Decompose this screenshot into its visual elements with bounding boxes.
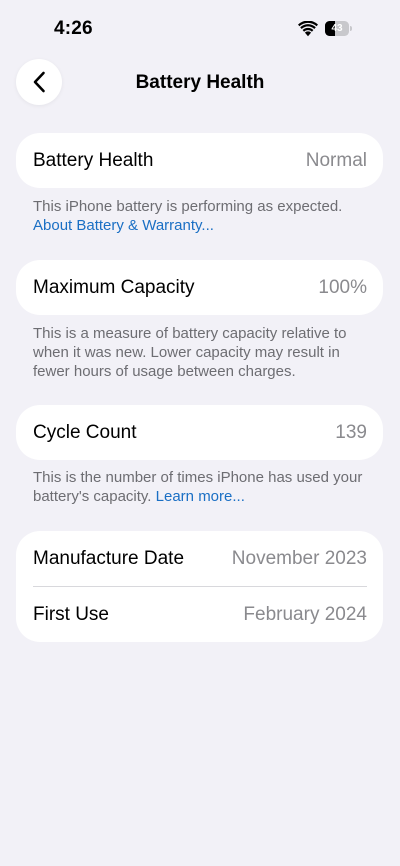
- battery-health-label: Battery Health: [33, 149, 154, 171]
- manufacture-date-label: Manufacture Date: [33, 547, 185, 569]
- first-use-row: First Use February 2024: [16, 587, 383, 642]
- page-title: Battery Health: [135, 72, 265, 93]
- first-use-label: First Use: [33, 603, 109, 625]
- status-bar: 4:26 43: [0, 0, 400, 56]
- battery-health-footnote: This iPhone battery is performing as exp…: [33, 197, 373, 235]
- dates-card: Manufacture Date November 2023 First Use…: [16, 531, 383, 642]
- maximum-capacity-footnote: This is a measure of battery capacity re…: [33, 324, 373, 381]
- battery-health-value: Normal: [305, 149, 367, 171]
- wifi-icon: [298, 21, 318, 37]
- battery-percentage: 43: [331, 23, 343, 34]
- battery-health-card: Battery Health Normal: [16, 133, 383, 188]
- cycle-count-card: Cycle Count 139: [16, 405, 383, 460]
- battery-icon: 43: [325, 21, 353, 36]
- manufacture-date-value: November 2023: [231, 547, 367, 569]
- about-battery-warranty-link[interactable]: About Battery & Warranty...: [33, 216, 373, 235]
- navigation-bar: Battery Health: [0, 56, 400, 110]
- maximum-capacity-value: 100%: [318, 276, 367, 298]
- learn-more-link[interactable]: Learn more...: [156, 488, 245, 505]
- cycle-count-label: Cycle Count: [33, 421, 137, 443]
- status-time: 4:26: [54, 18, 93, 39]
- cycle-count-row: Cycle Count 139: [16, 405, 383, 460]
- battery-health-row: Battery Health Normal: [16, 133, 383, 188]
- manufacture-date-row: Manufacture Date November 2023: [16, 531, 383, 586]
- cycle-count-value: 139: [335, 421, 367, 443]
- cycle-count-footnote: This is the number of times iPhone has u…: [33, 468, 373, 506]
- maximum-capacity-row: Maximum Capacity 100%: [16, 260, 383, 315]
- battery-health-description: This iPhone battery is performing as exp…: [33, 198, 343, 215]
- first-use-value: February 2024: [243, 603, 367, 625]
- maximum-capacity-card: Maximum Capacity 100%: [16, 260, 383, 315]
- maximum-capacity-description: This is a measure of battery capacity re…: [33, 325, 347, 380]
- maximum-capacity-label: Maximum Capacity: [33, 276, 195, 298]
